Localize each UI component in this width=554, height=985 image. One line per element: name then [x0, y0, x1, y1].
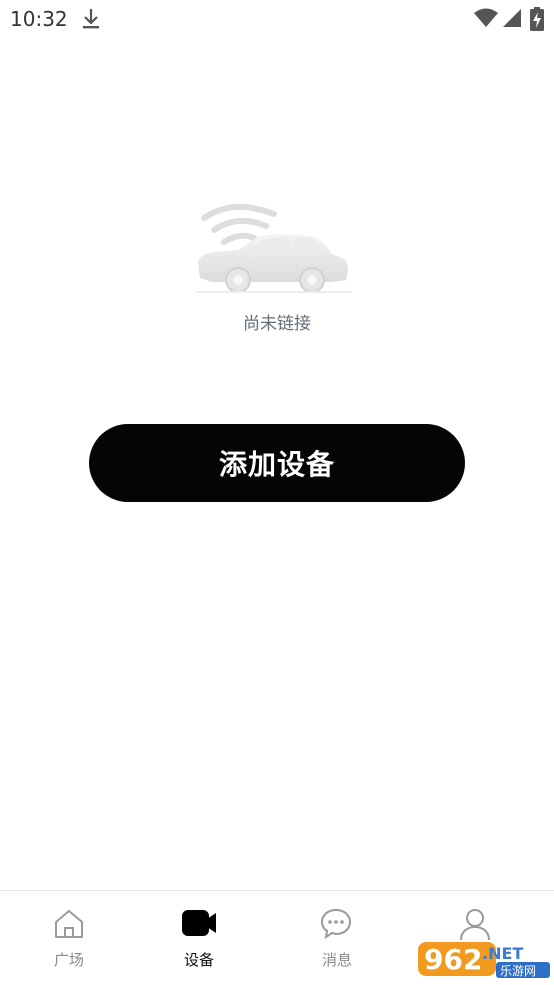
svg-text:962: 962 [424, 943, 482, 976]
chat-bubble-icon [268, 907, 406, 941]
signal-icon [502, 8, 522, 32]
home-icon [0, 907, 138, 941]
nav-item-plaza[interactable]: 广场 [0, 891, 138, 985]
status-time: 10:32 [10, 7, 68, 31]
wifi-icon [474, 8, 498, 32]
car-wifi-icon [192, 200, 362, 304]
connection-status-text: 尚未链接 [243, 314, 311, 334]
watermark-logo: 962 .NET 乐游网 [416, 934, 552, 980]
download-icon [82, 8, 100, 34]
status-bar: 10:32 [0, 0, 554, 38]
nav-label-plaza: 广场 [53, 951, 84, 969]
nav-item-messages[interactable]: 消息 [268, 891, 406, 985]
add-device-button[interactable]: 添加设备 [89, 424, 465, 502]
nav-label-messages: 消息 [321, 951, 352, 969]
nav-label-device: 设备 [183, 951, 214, 969]
battery-icon [530, 7, 544, 35]
video-camera-icon [130, 907, 268, 939]
nav-item-device[interactable]: 设备 [130, 891, 268, 985]
svg-text:乐游网: 乐游网 [500, 964, 536, 978]
svg-text:.NET: .NET [482, 944, 523, 963]
